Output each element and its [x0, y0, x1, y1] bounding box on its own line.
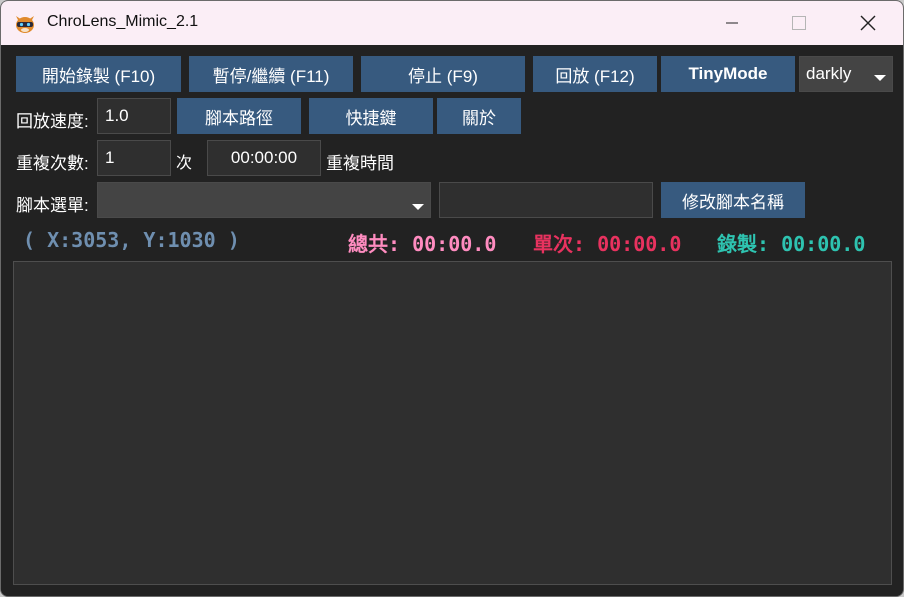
minimize-button[interactable]: [708, 1, 756, 45]
playback-button[interactable]: 回放 (F12): [533, 56, 657, 92]
main-panel: 開始錄製 (F10) 暫停/繼續 (F11) 停止 (F9) 回放 (F12) …: [1, 45, 903, 596]
repeat-time-label: 重複時間: [326, 154, 394, 173]
maximize-icon: [792, 16, 806, 30]
fox-mask-icon: [16, 16, 34, 33]
script-path-button[interactable]: 腳本路徑: [177, 98, 301, 134]
chevron-down-icon: [412, 204, 424, 210]
recording-time-status: 錄製: 00:00.0: [717, 232, 866, 256]
log-text-area[interactable]: [13, 261, 892, 585]
single-time-status: 單次: 00:00.0: [533, 232, 682, 256]
speed-input[interactable]: 1.0: [97, 98, 171, 134]
hotkeys-button[interactable]: 快捷鍵: [309, 98, 433, 134]
about-button[interactable]: 關於: [437, 98, 521, 134]
title-bar[interactable]: ChroLens_Mimic_2.1: [1, 1, 903, 45]
app-window: ChroLens_Mimic_2.1 開始錄製 (F10) 暫停/繼續 (F11…: [0, 0, 904, 597]
theme-select[interactable]: darkly: [799, 56, 893, 92]
tiny-mode-button[interactable]: TinyMode: [661, 56, 795, 92]
mouse-coordinates: ( X:3053, Y:1030 ): [23, 228, 240, 252]
chevron-down-icon: [874, 75, 886, 81]
record-button[interactable]: 開始錄製 (F10): [16, 56, 181, 92]
stop-button[interactable]: 停止 (F9): [361, 56, 525, 92]
repeat-time-input[interactable]: 00:00:00: [207, 140, 321, 176]
repeat-count-input[interactable]: 1: [97, 140, 171, 176]
maximize-button[interactable]: [775, 1, 823, 45]
theme-select-value: darkly: [806, 64, 852, 83]
speed-label: 回放速度:: [16, 112, 89, 131]
rename-script-button[interactable]: 修改腳本名稱: [661, 182, 805, 218]
window-title: ChroLens_Mimic_2.1: [47, 13, 199, 30]
repeat-count-label: 重複次數:: [16, 154, 89, 173]
script-menu-select[interactable]: [97, 182, 431, 218]
minimize-icon: [726, 22, 738, 24]
script-menu-label: 腳本選單:: [16, 196, 89, 215]
total-time-status: 總共: 00:00.0: [348, 232, 497, 256]
pause-resume-button[interactable]: 暫停/繼續 (F11): [189, 56, 353, 92]
close-icon: [860, 15, 876, 31]
close-button[interactable]: [844, 1, 892, 45]
times-unit-label: 次: [176, 155, 193, 172]
rename-input[interactable]: [439, 182, 653, 218]
